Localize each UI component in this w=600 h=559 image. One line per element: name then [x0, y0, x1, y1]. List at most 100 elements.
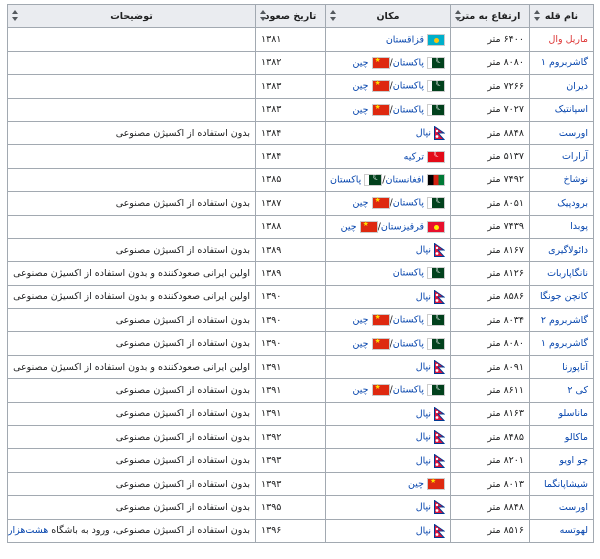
altitude-cell: ۸۶۱۱ متر — [450, 378, 530, 403]
header-name[interactable]: نام قله — [529, 3, 594, 29]
country-link[interactable]: قرقیزستان — [381, 221, 424, 232]
sort-icon[interactable] — [260, 10, 266, 21]
country-link[interactable]: قزاقستان — [386, 34, 424, 45]
peak-name-cell: لهوتسه — [529, 518, 594, 543]
location-cell: نپال — [325, 401, 451, 427]
peak-name-link[interactable]: ماکالو — [565, 432, 588, 443]
notes-cell: بدون استفاده از اکسیژن مصنوعی — [7, 495, 256, 520]
notes-cell — [7, 27, 256, 52]
ascent-year-cell: ۱۳۸۲ — [255, 50, 326, 76]
altitude-cell: ۶۴۰۰ متر — [450, 27, 530, 52]
notes-cell: اولین ایرانی صعودکننده و بدون استفاده از… — [7, 284, 256, 310]
peak-name-cell: چو اویو — [529, 448, 594, 473]
peak-name-link[interactable]: کی ۲ — [567, 385, 588, 396]
table-row: گاشربروم ۲ ۸۰۳۴ مترپاکستان/چین۱۳۹۰ بدون اس… — [7, 308, 594, 333]
country-link[interactable]: افغانستان — [385, 174, 424, 185]
country-link[interactable]: چین — [353, 315, 369, 326]
notes-text: بدون استفاده از اکسیژن مصنوعی — [115, 501, 250, 513]
location-cell: پاکستان — [325, 261, 451, 286]
country-link[interactable]: پاکستان — [393, 315, 424, 326]
table-row: کی ۲ ۸۶۱۱ مترپاکستان/چین۱۳۹۱ بدون استفاده … — [7, 378, 594, 403]
country-link[interactable]: چین — [353, 81, 369, 92]
country-link[interactable]: نپال — [416, 502, 431, 513]
eight-thousanders-link[interactable]: هشت‌هزارمتری‌ها — [9, 525, 49, 536]
peak-name-link[interactable]: پوبدا — [570, 221, 588, 232]
country-link[interactable]: پاکستان — [393, 81, 424, 92]
peak-name-link[interactable]: گاشربروم ۱ — [541, 338, 588, 349]
table-row: نانگاپاربات ۸۱۲۶ متر پاکستان ۱۳۸۹ اولین ایرا… — [7, 261, 594, 286]
country-link[interactable]: نپال — [416, 432, 431, 443]
country-link[interactable]: پاکستان — [393, 198, 424, 209]
country-link[interactable]: نپال — [416, 408, 431, 419]
country-link[interactable]: نپال — [416, 245, 431, 256]
notes-cell: بدون استفاده از اکسیژن مصنوعی — [7, 471, 256, 497]
country-link[interactable]: چین — [353, 57, 369, 68]
peak-name-link[interactable]: برودپیک — [557, 198, 588, 209]
notes-text: بدون استفاده از اکسیژن مصنوعی — [115, 384, 250, 396]
china-flag-icon — [359, 220, 378, 233]
country-link[interactable]: نپال — [416, 455, 431, 466]
peak-name-link[interactable]: چو اویو — [559, 455, 588, 466]
sort-icon[interactable] — [330, 10, 336, 21]
country-link[interactable]: پاکستان — [393, 57, 424, 68]
country-link[interactable]: پاکستان — [393, 338, 424, 349]
peak-name-link[interactable]: کانچن جونگا — [540, 291, 588, 302]
peak-name-link[interactable]: نانگاپاربات — [547, 268, 588, 279]
country-link[interactable]: چین — [408, 479, 424, 490]
table-row: پوبدا ۷۴۳۹ مترقرقیزستان/چین۱۳۸۸ — [7, 214, 594, 239]
altitude-cell: ۸۱۶۷ متر — [450, 237, 530, 263]
sort-icon[interactable] — [534, 10, 540, 21]
altitude-cell: ۸۱۶۳ متر — [450, 401, 530, 427]
country-link[interactable]: چین — [353, 385, 369, 396]
country-link[interactable]: چین — [353, 104, 369, 115]
country-link[interactable]: نپال — [416, 525, 431, 536]
peak-name-link[interactable]: گاشربروم ۱ — [541, 57, 588, 68]
peak-name-link[interactable]: اسپانتیک — [555, 104, 588, 115]
table-row: اسپانتیک ۷۰۲۷ مترپاکستان/چین۱۳۸۳ — [7, 97, 594, 122]
peak-name-link[interactable]: آرارات — [562, 151, 588, 162]
table-header-row: نام قله ارتفاع به متر مکان تاریخ صعود تو… — [7, 3, 594, 29]
header-altitude[interactable]: ارتفاع به متر — [450, 3, 530, 29]
header-date[interactable]: تاریخ صعود — [255, 3, 326, 29]
country-link[interactable]: چین — [353, 198, 369, 209]
peak-name-link[interactable]: آناپورنا — [562, 362, 588, 373]
nepal-flag-icon — [434, 289, 445, 304]
header-notes[interactable]: توضیحات — [7, 3, 256, 29]
country-link[interactable]: نپال — [416, 291, 431, 302]
pakistan-flag-icon — [427, 195, 445, 210]
sort-icon[interactable] — [12, 10, 18, 21]
country-link[interactable]: نپال — [416, 362, 431, 373]
peak-name-link[interactable]: اورست — [559, 502, 588, 513]
notes-text: اولین ایرانی صعودکننده و بدون استفاده از… — [13, 361, 250, 373]
country-link[interactable]: ترکیه — [404, 151, 424, 162]
country-link[interactable]: چین — [341, 221, 357, 232]
country-link[interactable]: پاکستان — [330, 174, 361, 185]
nepal-flag-icon — [434, 500, 445, 515]
china-flag-icon — [427, 477, 445, 490]
nepal-flag-icon — [434, 360, 445, 375]
peak-name-link[interactable]: ماریل وال — [548, 34, 588, 45]
peak-name-link[interactable]: اورست — [559, 128, 588, 139]
pakistan-flag-icon — [427, 265, 445, 280]
sort-icon[interactable] — [455, 10, 461, 21]
peak-name-link[interactable]: گاشربروم ۲ — [541, 315, 588, 326]
country-link[interactable]: چین — [353, 338, 369, 349]
peak-name-link[interactable]: شیشاپانگما — [544, 479, 588, 490]
peak-name-link[interactable]: نوشاخ — [563, 174, 588, 185]
peak-name-cell: آناپورنا — [529, 354, 594, 380]
peak-name-cell: اورست — [529, 120, 594, 146]
peak-name-link[interactable]: دیران — [566, 81, 588, 92]
location-cell: پاکستان/چین — [325, 97, 451, 122]
country-link[interactable]: پاکستان — [393, 385, 424, 396]
location-cell: پاکستان/چین — [325, 378, 451, 403]
ascent-year-cell: ۱۳۸۸ — [255, 214, 326, 239]
country-link[interactable]: پاکستان — [393, 268, 424, 279]
nepal-flag-icon — [434, 243, 445, 258]
peak-name-link[interactable]: ماناسلو — [558, 408, 588, 419]
country-link[interactable]: پاکستان — [393, 104, 424, 115]
header-location[interactable]: مکان — [325, 3, 451, 29]
country-link[interactable]: نپال — [416, 128, 431, 139]
peak-name-cell: گاشربروم ۱ — [529, 50, 594, 76]
peak-name-link[interactable]: لهوتسه — [560, 525, 588, 536]
peak-name-link[interactable]: دائولاگیری — [548, 245, 588, 256]
